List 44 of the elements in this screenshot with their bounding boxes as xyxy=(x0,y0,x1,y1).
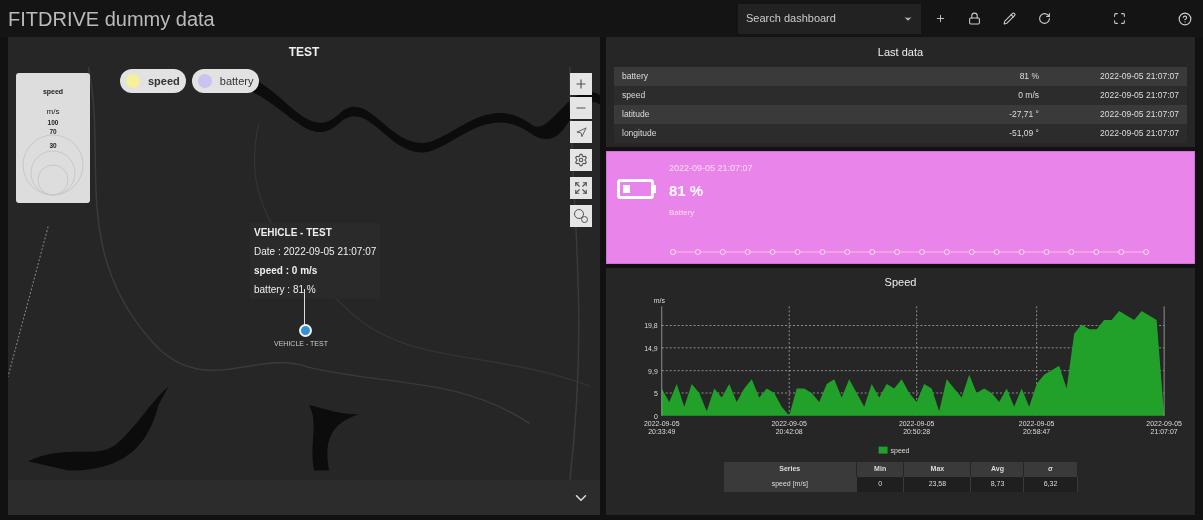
data-name: longitude xyxy=(622,127,658,140)
dashboard-title: FITDRIVE dummy data xyxy=(8,6,216,32)
legend-chip[interactable]: battery xyxy=(191,69,260,93)
help-icon[interactable] xyxy=(1178,11,1192,26)
data-name: latitude xyxy=(622,108,651,121)
refresh-icon[interactable] xyxy=(1038,12,1051,25)
card-value: 81 % xyxy=(669,180,705,201)
compass-icon xyxy=(575,126,587,138)
lock-icon[interactable] xyxy=(968,12,981,25)
expand-icon xyxy=(574,181,588,195)
tooltip-line: speed : 0 m/s xyxy=(254,264,319,278)
circles-icon xyxy=(573,208,589,224)
search-input[interactable]: Search dashboard xyxy=(746,10,886,27)
data-value: -27,71 ° xyxy=(1008,108,1039,121)
panel-title: TEST xyxy=(288,44,320,61)
data-value: -51,09 ° xyxy=(1008,127,1039,140)
add-icon[interactable] xyxy=(935,13,946,24)
data-time: 2022-09-05 21:07:07 xyxy=(1099,89,1179,102)
tooltip-line: battery : 81 % xyxy=(254,283,317,297)
panel-title: Last data xyxy=(877,44,924,60)
fullscreen-button[interactable] xyxy=(570,177,592,199)
gauge-unit: m/s xyxy=(46,105,60,118)
fullscreen-icon[interactable] xyxy=(1113,12,1126,25)
data-time: 2022-09-05 21:07:07 xyxy=(1099,108,1179,121)
settings-icon xyxy=(574,153,588,167)
layers-button[interactable] xyxy=(570,205,592,227)
panel-title: Speed xyxy=(884,275,917,290)
data-time: 2022-09-05 21:07:07 xyxy=(1099,127,1179,140)
settings-button[interactable] xyxy=(570,149,592,171)
search-dropdown[interactable]: Search dashboard xyxy=(738,3,921,34)
data-value: 81 % xyxy=(1018,70,1039,83)
data-value: 0 m/s xyxy=(1017,89,1039,102)
data-name: speed xyxy=(622,89,647,102)
legend-chip[interactable]: speed xyxy=(120,69,186,93)
pencil-icon[interactable] xyxy=(1003,12,1016,25)
compass-button[interactable] xyxy=(570,121,592,143)
plus-icon xyxy=(574,77,588,91)
battery-icon xyxy=(617,179,657,199)
tooltip-line: Date : 2022-09-05 21:07:07 xyxy=(254,245,377,259)
data-name: battery xyxy=(622,70,649,83)
card-label: Battery xyxy=(669,207,696,219)
card-time: 2022-09-05 21:07:07 xyxy=(669,162,754,175)
data-time: 2022-09-05 21:07:07 xyxy=(1099,70,1179,83)
tooltip-title: VEHICLE - TEST xyxy=(254,226,333,240)
